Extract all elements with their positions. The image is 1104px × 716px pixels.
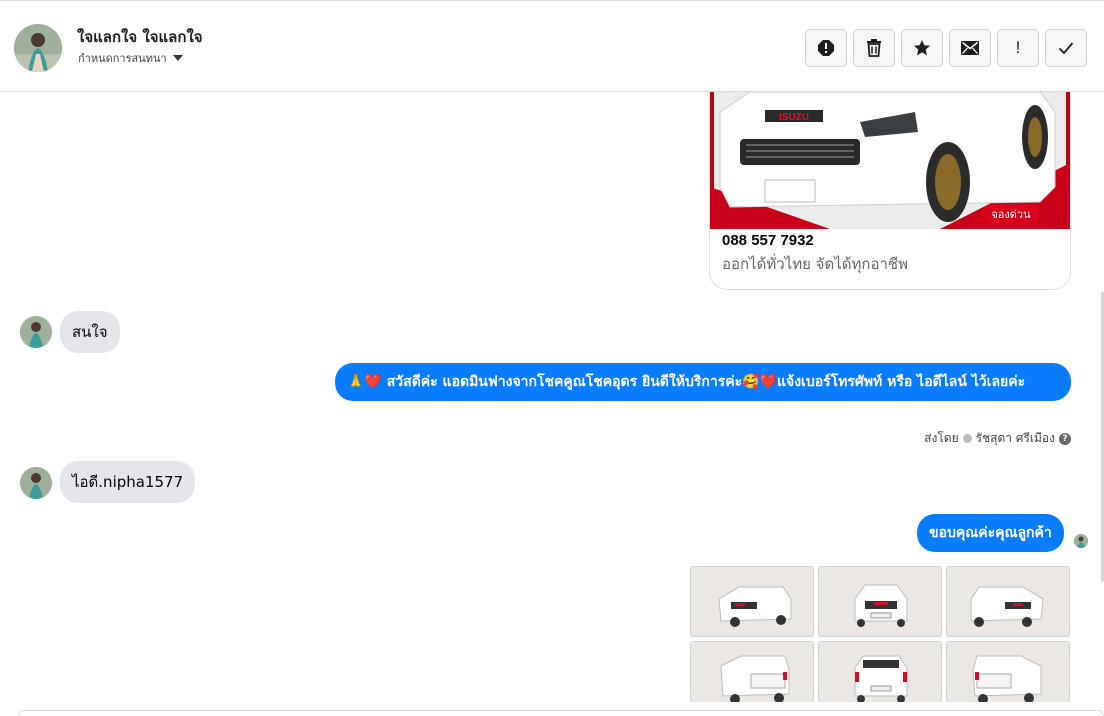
photo-attachment[interactable] (946, 566, 1070, 637)
report-spam-button[interactable] (805, 29, 847, 67)
ad-truck-image: ISUZU จองด่วน (710, 92, 1070, 229)
photo-attachments (690, 566, 1070, 702)
photo-attachment[interactable] (818, 566, 942, 637)
star-button[interactable] (901, 29, 943, 67)
conversation-settings-label: กำหนดการสนทนา (78, 52, 167, 65)
sent-by-info: ส่งโดย รัชสุดา ศรีเมือง ? (924, 429, 1071, 448)
conversation-header: ใจแลกใจ ใจแลกใจ กำหนดการสนทนา ! (0, 0, 1104, 92)
help-icon[interactable]: ? (1059, 432, 1071, 445)
star-icon (914, 40, 930, 56)
follow-up-button[interactable]: ! (997, 29, 1039, 67)
agent-status-icon (962, 434, 972, 443)
sender-avatar[interactable] (20, 316, 52, 348)
ad-brand-logo: ISUZU (779, 112, 809, 123)
ad-subtitle: ออกได้ทั่วไทย จัดได้ทุกอาชีพ (722, 255, 908, 273)
check-icon (1058, 42, 1074, 55)
photo-attachment[interactable] (690, 641, 814, 702)
outgoing-message[interactable]: ขอบคุณค่ะคุณลูกค้า (917, 514, 1064, 552)
seen-avatar (1074, 534, 1088, 548)
envelope-icon (961, 41, 979, 55)
sent-by-label: ส่งโดย (924, 431, 959, 445)
outgoing-message[interactable]: 🙏❤️ สวัสดีค่ะ แอดมินฟางจากโชคคูณโชคอุดร … (335, 363, 1071, 401)
incoming-message[interactable]: สนใจ (60, 311, 120, 353)
exclamation-icon: ! (1015, 38, 1021, 57)
contact-name[interactable]: ใจแลกใจ ใจแลกใจ (77, 25, 203, 49)
mark-unread-button[interactable] (949, 29, 991, 67)
conversation-settings-dropdown[interactable]: กำหนดการสนทนา (78, 49, 183, 67)
incoming-message[interactable]: ไอดี.nipha1577 (60, 461, 196, 503)
chevron-down-icon (172, 55, 183, 61)
photo-attachment[interactable] (946, 641, 1070, 702)
photo-attachment[interactable] (690, 566, 814, 637)
mark-done-button[interactable] (1045, 29, 1087, 67)
contact-avatar[interactable] (14, 24, 62, 72)
alert-circle-icon (818, 40, 834, 56)
promo-badge: จองด่วน (982, 204, 1040, 223)
sent-by-name[interactable]: รัชสุดา ศรีเมือง (976, 429, 1055, 448)
ad-card[interactable]: ISUZU จองด่วน 088 557 7932 ออกได้ทั่วไทย… (709, 92, 1071, 290)
message-composer[interactable] (18, 710, 1104, 716)
header-actions: ! (805, 29, 1087, 67)
sender-avatar[interactable] (20, 467, 52, 499)
ad-phone-number: 088 557 7932 (722, 232, 814, 249)
photo-attachment[interactable] (818, 641, 942, 702)
message-thread[interactable]: ISUZU จองด่วน 088 557 7932 ออกได้ทั่วไทย… (0, 92, 1104, 702)
delete-button[interactable] (853, 29, 895, 67)
trash-icon (867, 39, 881, 57)
